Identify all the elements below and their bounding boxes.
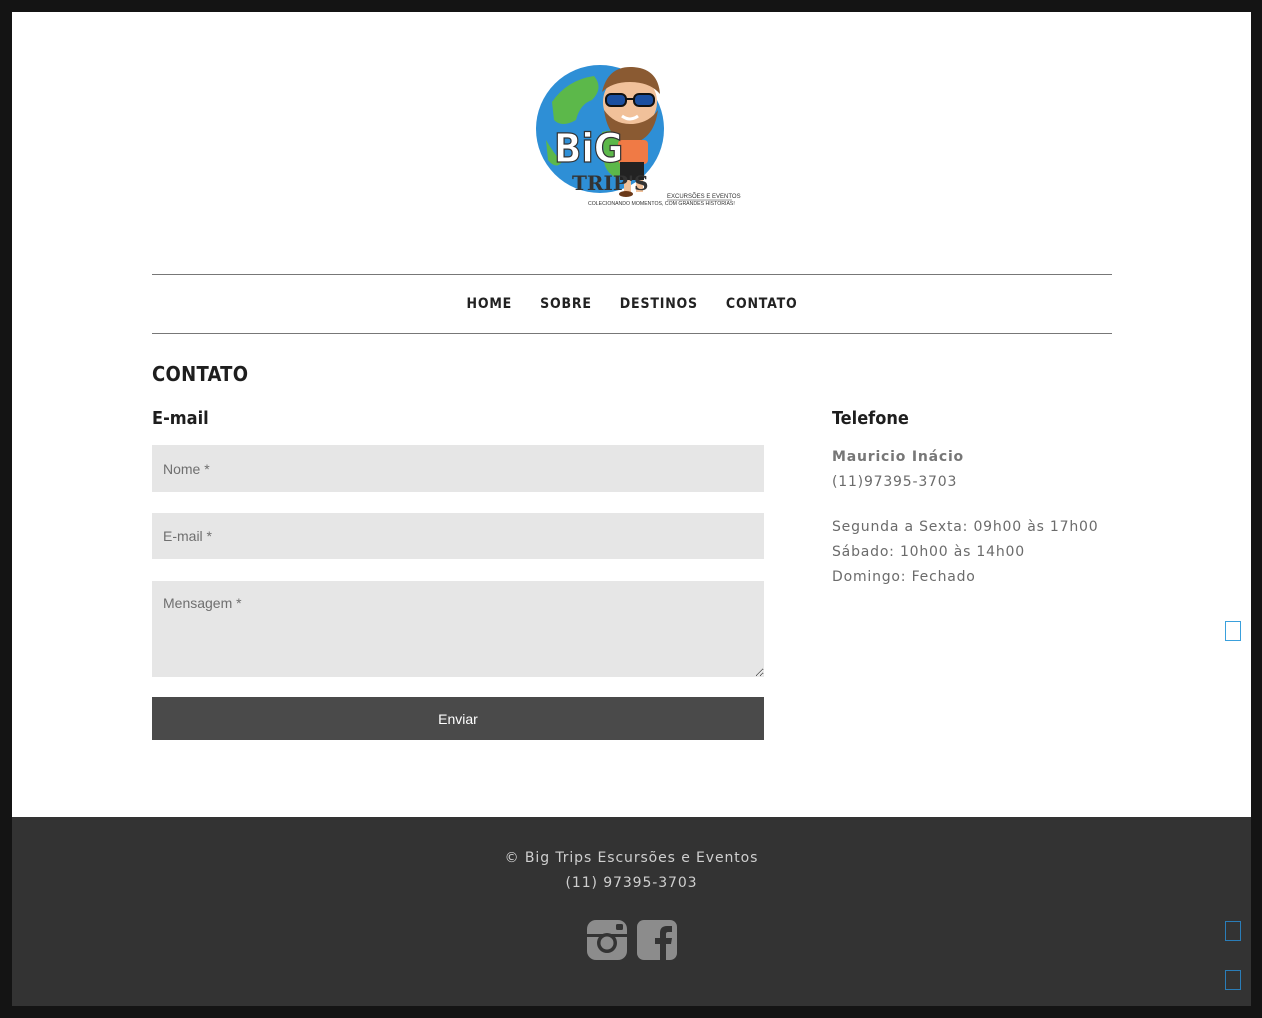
nav-item-contato[interactable]: CONTATO — [726, 296, 798, 312]
hours-weekdays: Segunda a Sexta: 09h00 às 17h00 — [832, 519, 1099, 535]
page-title: CONTATO — [152, 362, 249, 386]
email-heading: E-mail — [152, 408, 209, 429]
contact-phone: (11)97395-3703 — [832, 474, 958, 490]
contact-name: Mauricio Inácio — [832, 449, 964, 465]
email-field[interactable] — [152, 513, 764, 559]
logo-tagline-2: COLECIONANDO MOMENTOS, COM GRANDES HISTO… — [588, 201, 735, 207]
phone-heading: Telefone — [832, 408, 909, 429]
footer-copyright: © Big Trips Escursões e Eventos — [504, 850, 759, 866]
logo-graphic: BiG TRIP'S EXCURSÕES E EVENTOS COLECIONA… — [536, 65, 741, 207]
logo-tagline-1: EXCURSÕES E EVENTOS — [667, 193, 741, 200]
nav-item-destinos[interactable]: DESTINOS — [620, 296, 698, 312]
logo-brand-trips: TRIP'S — [572, 171, 648, 195]
hours-sunday: Domingo: Fechado — [832, 569, 976, 585]
side-widget-square-2[interactable] — [1225, 921, 1241, 941]
name-field[interactable] — [152, 445, 764, 492]
message-field[interactable] — [152, 581, 764, 677]
side-widget-square-3[interactable] — [1225, 970, 1241, 990]
main-nav: HOME SOBRE DESTINOS CONTATO — [152, 274, 1112, 334]
footer-phone: (11) 97395-3703 — [565, 875, 698, 891]
site-footer: © Big Trips Escursões e Eventos (11) 973… — [12, 817, 1251, 1006]
site-logo[interactable]: BiG TRIP'S EXCURSÕES E EVENTOS COLECIONA… — [532, 62, 752, 222]
nav-item-home[interactable]: HOME — [467, 296, 513, 312]
side-widget-square-1[interactable] — [1225, 621, 1241, 641]
hours-saturday: Sábado: 10h00 às 14h00 — [832, 544, 1025, 560]
instagram-icon[interactable] — [586, 919, 628, 961]
nav-item-sobre[interactable]: SOBRE — [540, 296, 592, 312]
logo-brand-big: BiG — [554, 126, 623, 172]
page: BiG TRIP'S EXCURSÕES E EVENTOS COLECIONA… — [12, 12, 1251, 1006]
facebook-icon[interactable] — [636, 919, 678, 961]
submit-button[interactable]: Enviar — [152, 697, 764, 740]
